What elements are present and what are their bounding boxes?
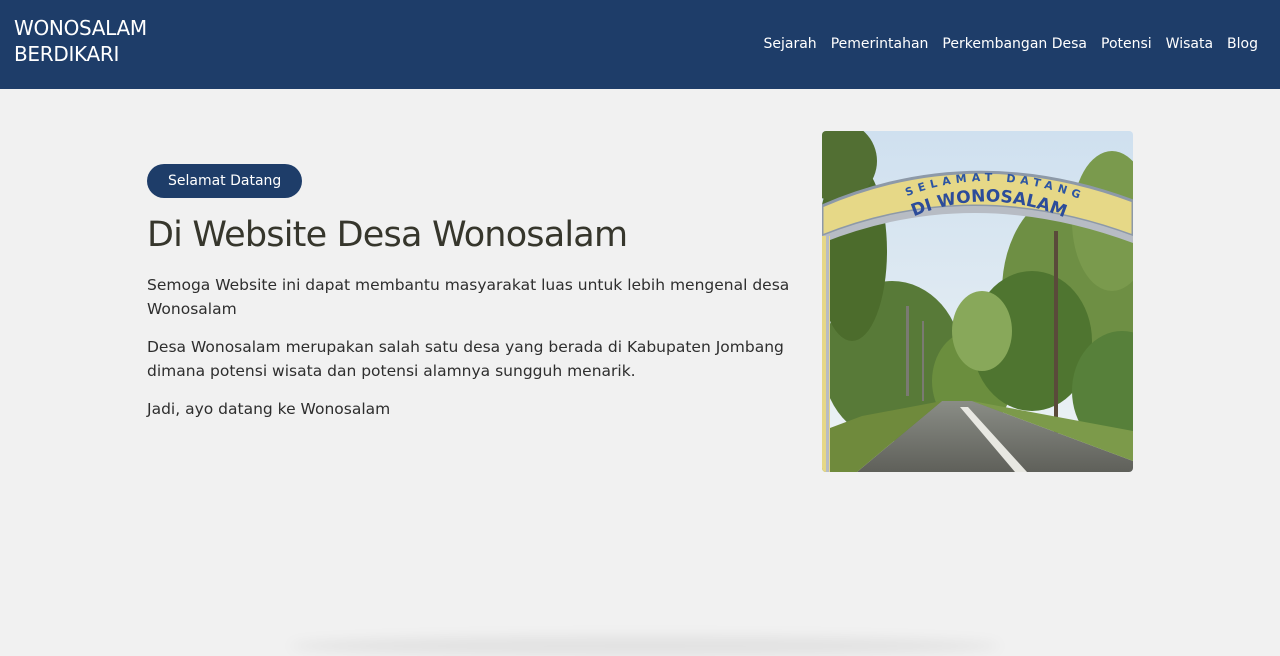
- main-nav: Sejarah Pemerintahan Perkembangan Desa P…: [764, 34, 1259, 54]
- nav-link-perkembangan-desa[interactable]: Perkembangan Desa: [942, 34, 1087, 54]
- top-navbar: WONOSALAM BERDIKARI Sejarah Pemerintahan…: [0, 0, 1280, 89]
- hero-photo-wonosalam-gate: SELAMAT DATANG DI WONOSALAM: [822, 131, 1133, 472]
- nav-link-blog[interactable]: Blog: [1227, 34, 1258, 54]
- footer-shadow: [290, 636, 1000, 656]
- hero-title: Di Website Desa Wonosalam: [147, 215, 628, 255]
- nav-link-pemerintahan[interactable]: Pemerintahan: [831, 34, 929, 54]
- brand-line-2: BERDIKARI: [14, 42, 120, 66]
- hero-text-block: Selamat Datang Di Website Desa Wonosalam…: [147, 164, 792, 421]
- hero-paragraph-intro: Semoga Website ini dapat membantu masyar…: [147, 276, 790, 318]
- site-brand[interactable]: WONOSALAM BERDIKARI: [14, 15, 147, 67]
- brand-line-1: WONOSALAM: [14, 16, 147, 40]
- hero-paragraph-invite: Jadi, ayo datang ke Wonosalam: [147, 400, 391, 418]
- nav-link-wisata[interactable]: Wisata: [1166, 34, 1213, 54]
- nav-link-potensi[interactable]: Potensi: [1101, 34, 1152, 54]
- welcome-badge: Selamat Datang: [147, 164, 303, 198]
- nav-link-sejarah[interactable]: Sejarah: [764, 34, 817, 54]
- hero-paragraph-description: Desa Wonosalam merupakan salah satu desa…: [147, 338, 784, 380]
